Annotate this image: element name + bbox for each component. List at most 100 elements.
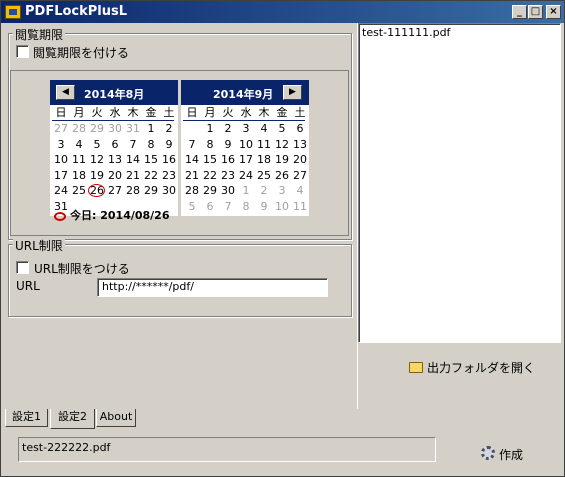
calendar-day[interactable]: 20: [291, 153, 309, 167]
next-month-button[interactable]: ▶: [283, 85, 302, 100]
calendar-day[interactable]: 31: [124, 122, 142, 136]
calendar-day[interactable]: 14: [183, 153, 201, 167]
weekday-header: 金: [145, 106, 157, 119]
calendar-day[interactable]: 3: [237, 122, 255, 136]
prev-month-button[interactable]: ◀: [56, 85, 75, 100]
calendar-day[interactable]: 14: [124, 153, 142, 167]
open-output-folder-button[interactable]: 出力フォルダを開く: [409, 359, 536, 376]
calendar-day[interactable]: 16: [160, 153, 178, 167]
calendar-day[interactable]: 17: [52, 169, 70, 183]
calendar-day[interactable]: 1: [201, 122, 219, 136]
calendar-day[interactable]: 22: [201, 169, 219, 183]
calendar-day[interactable]: 3: [52, 138, 70, 152]
calendar-day[interactable]: 9: [255, 200, 273, 214]
create-label: 作成: [499, 448, 524, 462]
calendar-day[interactable]: 7: [183, 138, 201, 152]
calendar-day[interactable]: 9: [160, 138, 178, 152]
calendar-day[interactable]: 21: [124, 169, 142, 183]
calendar-day[interactable]: 28: [124, 184, 142, 198]
calendar-day[interactable]: 1: [142, 122, 160, 136]
calendar-day[interactable]: 17: [237, 153, 255, 167]
calendar-day[interactable]: 18: [70, 169, 88, 183]
calendar-day[interactable]: 4: [255, 122, 273, 136]
calendar-day[interactable]: 7: [219, 200, 237, 214]
calendar-day[interactable]: 8: [142, 138, 160, 152]
url-input[interactable]: http://******/pdf/: [97, 278, 328, 297]
calendar-day[interactable]: 15: [201, 153, 219, 167]
calendar-day[interactable]: 5: [183, 200, 201, 214]
calendar-day[interactable]: 6: [201, 200, 219, 214]
calendar-day[interactable]: 13: [106, 153, 124, 167]
file-list[interactable]: test-111111.pdf: [358, 23, 561, 343]
calendar-day[interactable]: 21: [183, 169, 201, 183]
calendar-day[interactable]: 27: [291, 169, 309, 183]
calendar-day[interactable]: 6: [106, 138, 124, 152]
url-checkbox[interactable]: [16, 261, 29, 274]
calendar-day[interactable]: 2: [219, 122, 237, 136]
calendar-day[interactable]: 24: [52, 184, 70, 198]
tab-settings-2[interactable]: 設定2: [50, 409, 95, 429]
calendar-day[interactable]: 9: [219, 138, 237, 152]
calendar-day[interactable]: 5: [88, 138, 106, 152]
tab-about[interactable]: About: [96, 409, 136, 427]
calendar-day[interactable]: 27: [106, 184, 124, 198]
calendar-day[interactable]: 8: [237, 200, 255, 214]
expiry-checkbox[interactable]: [16, 45, 29, 58]
close-button[interactable]: ×: [546, 5, 561, 19]
tab-settings-1[interactable]: 設定1: [5, 409, 48, 427]
url-checkbox-label[interactable]: URL制限をつける: [34, 260, 130, 277]
calendar-day[interactable]: 29: [88, 122, 106, 136]
title-bar[interactable]: PDFLockPlusL _ □ ×: [1, 1, 564, 23]
calendar-day[interactable]: 29: [142, 184, 160, 198]
calendar-day[interactable]: 4: [70, 138, 88, 152]
today-indicator[interactable]: 今日: 2014/08/26: [54, 207, 170, 223]
calendar-day[interactable]: 5: [273, 122, 291, 136]
calendar-day[interactable]: 25: [255, 169, 273, 183]
calendar-day[interactable]: 16: [219, 153, 237, 167]
calendar-day[interactable]: 11: [255, 138, 273, 152]
calendar-day[interactable]: 28: [183, 184, 201, 198]
calendar-day[interactable]: 11: [291, 200, 309, 214]
calendar-day[interactable]: 15: [142, 153, 160, 167]
calendar-day[interactable]: 19: [88, 169, 106, 183]
calendar-day[interactable]: 27: [52, 122, 70, 136]
calendar-day[interactable]: 22: [142, 169, 160, 183]
calendar-day[interactable]: 3: [273, 184, 291, 198]
calendar-day[interactable]: 6: [291, 122, 309, 136]
expiry-checkbox-label[interactable]: 閲覧期限を付ける: [33, 44, 129, 61]
calendar-day[interactable]: 28: [70, 122, 88, 136]
calendar-day[interactable]: 1: [237, 184, 255, 198]
calendar-day[interactable]: 10: [273, 200, 291, 214]
calendar-day[interactable]: 30: [160, 184, 178, 198]
calendar-day[interactable]: 30: [219, 184, 237, 198]
calendar-day[interactable]: 10: [237, 138, 255, 152]
calendar-august[interactable]: ◀ 2014年8月 日月火水木金土 27 28 29 30 31 1 2 3 4 5 6 7 8 9 10 11…: [50, 80, 178, 222]
calendar-day[interactable]: 12: [273, 138, 291, 152]
calendar-day[interactable]: 20: [106, 169, 124, 183]
maximize-button[interactable]: □: [528, 5, 543, 19]
minimize-button[interactable]: _: [512, 5, 527, 19]
calendar-day[interactable]: 2: [255, 184, 273, 198]
output-filename-field[interactable]: test-222222.pdf: [18, 437, 436, 462]
create-button[interactable]: 作成: [481, 446, 524, 463]
calendar-day[interactable]: 18: [255, 153, 273, 167]
today-highlight-ring: [88, 184, 105, 197]
calendar-day[interactable]: 8: [201, 138, 219, 152]
calendar-day[interactable]: 26: [273, 169, 291, 183]
calendar-day[interactable]: 25: [70, 184, 88, 198]
calendar-day[interactable]: 23: [160, 169, 178, 183]
calendar-day[interactable]: 23: [219, 169, 237, 183]
calendar-september[interactable]: 2014年9月 ▶ 日月火水木金土 1 2 3 4 5 6 7 8 9 10 11 12 13 14 15 16…: [181, 80, 309, 216]
calendar-day[interactable]: 11: [70, 153, 88, 167]
calendar-day[interactable]: 12: [88, 153, 106, 167]
calendar-day[interactable]: 19: [273, 153, 291, 167]
calendar-day[interactable]: 7: [124, 138, 142, 152]
calendar-day[interactable]: 13: [291, 138, 309, 152]
calendar-day[interactable]: 4: [291, 184, 309, 198]
file-list-item[interactable]: test-111111.pdf: [362, 26, 450, 39]
calendar-day[interactable]: 10: [52, 153, 70, 167]
calendar-day[interactable]: 29: [201, 184, 219, 198]
calendar-day[interactable]: 2: [160, 122, 178, 136]
calendar-day[interactable]: 30: [106, 122, 124, 136]
calendar-day[interactable]: 24: [237, 169, 255, 183]
